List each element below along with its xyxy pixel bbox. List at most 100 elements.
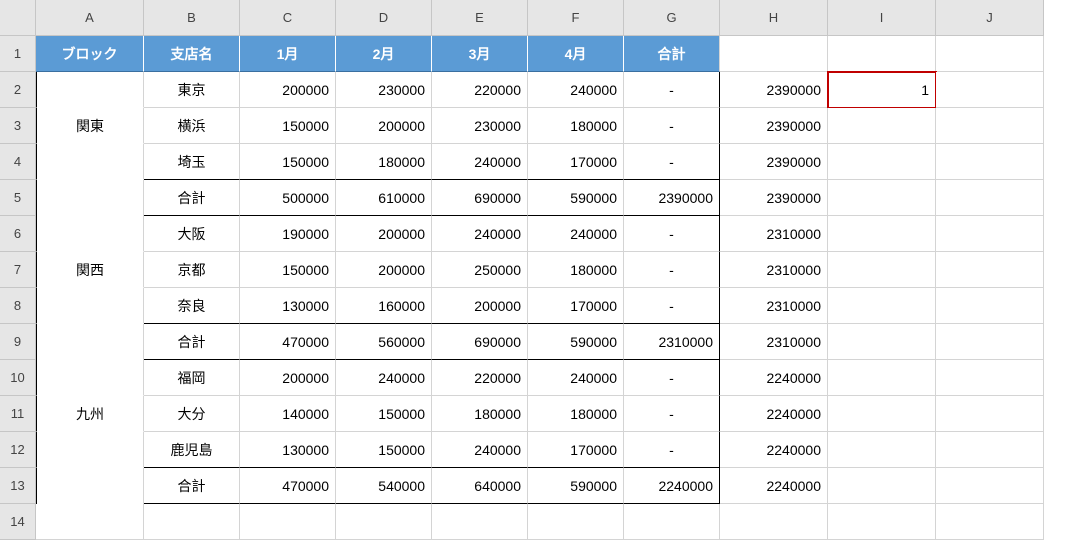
data-cell[interactable]: 470000 <box>240 324 336 360</box>
spreadsheet-grid[interactable]: A B C D E F G H I J 1 ブロック 支店名 1月 2月 3月 … <box>0 0 1083 540</box>
row-header-4[interactable]: 4 <box>0 144 36 180</box>
block-name[interactable] <box>36 324 144 360</box>
cell-J10[interactable] <box>936 360 1044 396</box>
data-cell[interactable]: 590000 <box>528 324 624 360</box>
row-header-7[interactable]: 7 <box>0 252 36 288</box>
header-m2[interactable]: 2月 <box>336 36 432 72</box>
cell-J7[interactable] <box>936 252 1044 288</box>
col-header-C[interactable]: C <box>240 0 336 36</box>
total-cell[interactable]: - <box>624 396 720 432</box>
cell-H8[interactable]: 2310000 <box>720 288 828 324</box>
col-header-G[interactable]: G <box>624 0 720 36</box>
cell-I2-selected[interactable]: 1 <box>828 72 936 108</box>
cell-J12[interactable] <box>936 432 1044 468</box>
data-cell[interactable]: 180000 <box>528 108 624 144</box>
cell-I11[interactable] <box>828 396 936 432</box>
total-cell[interactable]: - <box>624 108 720 144</box>
branch-cell[interactable]: 京都 <box>144 252 240 288</box>
cell-D14[interactable] <box>336 504 432 540</box>
data-cell[interactable]: 560000 <box>336 324 432 360</box>
data-cell[interactable]: 130000 <box>240 432 336 468</box>
block-name[interactable] <box>36 468 144 504</box>
block-name[interactable] <box>36 180 144 216</box>
row-header-9[interactable]: 9 <box>0 324 36 360</box>
cell-I12[interactable] <box>828 432 936 468</box>
branch-cell[interactable]: 合計 <box>144 324 240 360</box>
block-name[interactable] <box>36 72 144 108</box>
cell-I6[interactable] <box>828 216 936 252</box>
row-header-13[interactable]: 13 <box>0 468 36 504</box>
header-block[interactable]: ブロック <box>36 36 144 72</box>
cell-I4[interactable] <box>828 144 936 180</box>
header-total[interactable]: 合計 <box>624 36 720 72</box>
header-m4[interactable]: 4月 <box>528 36 624 72</box>
data-cell[interactable]: 500000 <box>240 180 336 216</box>
cell-I9[interactable] <box>828 324 936 360</box>
cell-H4[interactable]: 2390000 <box>720 144 828 180</box>
total-cell[interactable]: - <box>624 432 720 468</box>
block-name[interactable]: 関西 <box>36 252 144 288</box>
cell-H5[interactable]: 2390000 <box>720 180 828 216</box>
block-name[interactable] <box>36 216 144 252</box>
header-branch[interactable]: 支店名 <box>144 36 240 72</box>
row-header-12[interactable]: 12 <box>0 432 36 468</box>
data-cell[interactable]: 180000 <box>528 396 624 432</box>
branch-cell[interactable]: 鹿児島 <box>144 432 240 468</box>
cell-I7[interactable] <box>828 252 936 288</box>
data-cell[interactable]: 180000 <box>528 252 624 288</box>
cell-B14[interactable] <box>144 504 240 540</box>
cell-H13[interactable]: 2240000 <box>720 468 828 504</box>
row-header-2[interactable]: 2 <box>0 72 36 108</box>
cell-H9[interactable]: 2310000 <box>720 324 828 360</box>
total-cell[interactable]: 2390000 <box>624 180 720 216</box>
data-cell[interactable]: 150000 <box>240 144 336 180</box>
branch-cell[interactable]: 合計 <box>144 468 240 504</box>
data-cell[interactable]: 640000 <box>432 468 528 504</box>
row-header-10[interactable]: 10 <box>0 360 36 396</box>
cell-J4[interactable] <box>936 144 1044 180</box>
row-header-3[interactable]: 3 <box>0 108 36 144</box>
block-name[interactable]: 九州 <box>36 396 144 432</box>
row-header-8[interactable]: 8 <box>0 288 36 324</box>
cell-J9[interactable] <box>936 324 1044 360</box>
data-cell[interactable]: 200000 <box>336 216 432 252</box>
data-cell[interactable]: 240000 <box>528 360 624 396</box>
data-cell[interactable]: 610000 <box>336 180 432 216</box>
cell-I5[interactable] <box>828 180 936 216</box>
cell-J13[interactable] <box>936 468 1044 504</box>
cell-J3[interactable] <box>936 108 1044 144</box>
data-cell[interactable]: 590000 <box>528 468 624 504</box>
cell-H14[interactable] <box>720 504 828 540</box>
cell-J11[interactable] <box>936 396 1044 432</box>
data-cell[interactable]: 250000 <box>432 252 528 288</box>
cell-J8[interactable] <box>936 288 1044 324</box>
col-header-J[interactable]: J <box>936 0 1044 36</box>
cell-H3[interactable]: 2390000 <box>720 108 828 144</box>
cell-A14[interactable] <box>36 504 144 540</box>
cell-H6[interactable]: 2310000 <box>720 216 828 252</box>
total-cell[interactable]: - <box>624 288 720 324</box>
block-name[interactable] <box>36 432 144 468</box>
branch-cell[interactable]: 福岡 <box>144 360 240 396</box>
data-cell[interactable]: 150000 <box>336 396 432 432</box>
total-cell[interactable]: - <box>624 216 720 252</box>
col-header-E[interactable]: E <box>432 0 528 36</box>
data-cell[interactable]: 220000 <box>432 360 528 396</box>
data-cell[interactable]: 180000 <box>336 144 432 180</box>
data-cell[interactable]: 690000 <box>432 180 528 216</box>
cell-I13[interactable] <box>828 468 936 504</box>
data-cell[interactable]: 150000 <box>240 252 336 288</box>
col-header-A[interactable]: A <box>36 0 144 36</box>
data-cell[interactable]: 130000 <box>240 288 336 324</box>
cell-H12[interactable]: 2240000 <box>720 432 828 468</box>
cell-J5[interactable] <box>936 180 1044 216</box>
header-m3[interactable]: 3月 <box>432 36 528 72</box>
data-cell[interactable]: 200000 <box>432 288 528 324</box>
total-cell[interactable]: 2310000 <box>624 324 720 360</box>
cell-E14[interactable] <box>432 504 528 540</box>
row-header-14[interactable]: 14 <box>0 504 36 540</box>
data-cell[interactable]: 160000 <box>336 288 432 324</box>
col-header-D[interactable]: D <box>336 0 432 36</box>
total-cell[interactable]: - <box>624 252 720 288</box>
col-header-I[interactable]: I <box>828 0 936 36</box>
